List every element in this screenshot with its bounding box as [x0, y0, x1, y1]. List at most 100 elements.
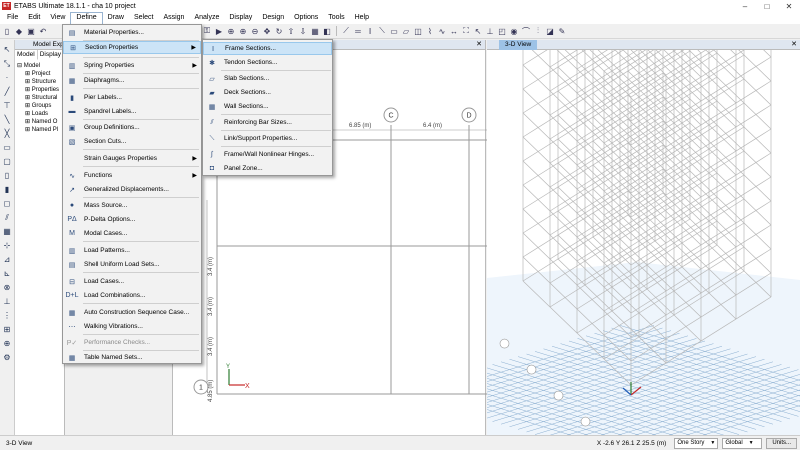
menu-item-material-properties[interactable]: ▤ Material Properties...	[63, 26, 201, 39]
menu-item-section-cuts[interactable]: ▧ Section Cuts...	[63, 135, 201, 148]
snap-perpendicular-icon[interactable]: ⊥	[2, 296, 12, 307]
snap-ends-icon[interactable]: ⊿	[2, 254, 12, 265]
draw-area-icon[interactable]: ▭	[2, 142, 12, 153]
menu-design[interactable]: Design	[257, 12, 289, 24]
tree-item-loads[interactable]: ⊞ Loads	[15, 110, 64, 118]
menu-item-spandrel-labels[interactable]: ▬ Spandrel Labels...	[63, 105, 201, 118]
deformed-shape-icon[interactable]: ⌒	[521, 26, 531, 36]
3d-view[interactable]: 3-D View ✕	[487, 40, 800, 435]
menu-item-auto-construction-sequence[interactable]: ▦ Auto Construction Sequence Case...	[63, 306, 201, 319]
tree-item-properties[interactable]: ⊞ Properties	[15, 86, 64, 94]
design-icon[interactable]: ◪	[545, 26, 555, 36]
tools-icon[interactable]: ✎	[557, 26, 567, 36]
draw-null-icon[interactable]: ◻	[2, 198, 12, 209]
zoom-out-icon[interactable]: ⊖	[250, 26, 260, 36]
zoom-window-icon[interactable]: ⊕	[226, 26, 236, 36]
menu-item-table-named-sets[interactable]: ▦ Table Named Sets...	[63, 351, 201, 364]
menu-item-walking-vibrations[interactable]: ⋯ Walking Vibrations...	[63, 320, 201, 333]
menu-item-frame-sections[interactable]: Ⅰ Frame Sections...	[203, 42, 332, 55]
menu-item-load-combinations[interactable]: D+L Load Combinations...	[63, 289, 201, 302]
restraint-icon[interactable]: ⊥	[485, 26, 495, 36]
draw-rect-area-icon[interactable]: ▢	[2, 156, 12, 167]
object-shrink-icon[interactable]: ◧	[322, 26, 332, 36]
pointer-icon[interactable]: ↖	[2, 44, 12, 55]
menu-item-functions[interactable]: ∿ Functions ▶	[63, 169, 201, 182]
snap-options-icon[interactable]: ⚙	[2, 352, 12, 363]
assign-icon[interactable]: ◰	[497, 26, 507, 36]
move-down-icon[interactable]: ⇩	[298, 26, 308, 36]
rotate-icon[interactable]: ↻	[274, 26, 284, 36]
draw-column-icon[interactable]: Ⅰ	[365, 26, 375, 36]
draw-column-tool-icon[interactable]: ⊤	[2, 100, 12, 111]
menu-item-group-definitions[interactable]: ▣ Group Definitions...	[63, 121, 201, 134]
tree-item-model[interactable]: ⊟ Model	[15, 62, 64, 70]
menu-item-panel-zone[interactable]: ◘ Panel Zone...	[203, 162, 332, 175]
menu-item-link-support-properties[interactable]: ⟍ Link/Support Properties...	[203, 132, 332, 145]
menu-edit[interactable]: Edit	[23, 12, 45, 24]
draw-wall-icon[interactable]: ▭	[389, 26, 399, 36]
draw-wall-stack-icon[interactable]: ▮	[2, 184, 12, 195]
menu-item-spring-properties[interactable]: ▥ Spring Properties ▶	[63, 59, 201, 72]
tree-item-structure[interactable]: ⊞ Structure	[15, 78, 64, 86]
select-all-icon[interactable]: ⛶	[461, 26, 471, 36]
menu-item-generalized-displacements[interactable]: ↗ Generalized Displacements...	[63, 183, 201, 196]
menu-item-modal-cases[interactable]: M Modal Cases...	[63, 227, 201, 240]
run-icon[interactable]: ▶	[214, 26, 224, 36]
draw-secondary-beam-icon[interactable]: ╲	[2, 114, 12, 125]
tab-model[interactable]: Model	[15, 50, 38, 60]
menu-analyze[interactable]: Analyze	[189, 12, 224, 24]
menu-item-pier-labels[interactable]: ▮ Pier Labels...	[63, 91, 201, 104]
draw-slab-icon[interactable]: ▱	[401, 26, 411, 36]
menu-view[interactable]: View	[45, 12, 70, 24]
menu-item-p-delta[interactable]: PΔ P-Delta Options...	[63, 213, 201, 226]
display-options-icon[interactable]: ◉	[509, 26, 519, 36]
menu-draw[interactable]: Draw	[103, 12, 129, 24]
menu-item-nonlinear-hinges[interactable]: ∫ Frame/Wall Nonlinear Hinges...	[203, 148, 332, 161]
draw-brace-tool-icon[interactable]: ╳	[2, 128, 12, 139]
minimize-icon[interactable]: –	[734, 0, 756, 12]
close-plan-view-icon[interactable]: ✕	[476, 40, 482, 50]
tree-item-project[interactable]: ⊞ Project	[15, 70, 64, 78]
new-model-icon[interactable]: ▯	[2, 26, 12, 36]
menu-item-shell-uniform-load-sets[interactable]: ▤ Shell Uniform Load Sets...	[63, 258, 201, 271]
menu-item-slab-sections[interactable]: ▱ Slab Sections...	[203, 72, 332, 85]
draw-brace-icon[interactable]: ⟍	[377, 26, 387, 36]
save-icon[interactable]: ▣	[26, 26, 36, 36]
draw-spring-icon[interactable]: ∿	[437, 26, 447, 36]
snap-intersection-icon[interactable]: ⊗	[2, 282, 12, 293]
menu-item-wall-sections[interactable]: ▦ Wall Sections...	[203, 100, 332, 113]
units-button[interactable]: Units...	[766, 437, 797, 449]
snap-tool-icon[interactable]: ⊕	[2, 338, 12, 349]
select-pointer-icon[interactable]: ↖	[473, 26, 483, 36]
menu-select[interactable]: Select	[129, 12, 158, 24]
menu-item-reinforcing-bar-sizes[interactable]: ⫽ Reinforcing Bar Sizes...	[203, 116, 332, 129]
draw-dimension-icon[interactable]: ↔	[449, 26, 459, 36]
grid-icon[interactable]: ▦	[310, 26, 320, 36]
reshape-icon[interactable]: ⤡	[2, 58, 12, 69]
tree-item-groups[interactable]: ⊞ Groups	[15, 102, 64, 110]
tree-item-named-plots[interactable]: ⊞ Named Pl	[15, 126, 64, 134]
close-3d-view-icon[interactable]: ✕	[791, 40, 797, 50]
snap-icon[interactable]: ⊹	[2, 240, 12, 251]
menu-file[interactable]: File	[2, 12, 23, 24]
menu-define[interactable]: Define	[70, 12, 103, 24]
pan-icon[interactable]: ✥	[262, 26, 272, 36]
draw-opening-icon[interactable]: ◫	[413, 26, 423, 36]
draw-line-icon[interactable]: ╱	[2, 86, 12, 97]
menu-help[interactable]: Help	[350, 12, 374, 24]
menu-item-tendon-sections[interactable]: ✱ Tendon Sections...	[203, 56, 332, 69]
snap-grid-icon[interactable]: ⊞	[2, 324, 12, 335]
menu-item-mass-source[interactable]: ● Mass Source...	[63, 199, 201, 212]
draw-point-icon[interactable]: ·	[2, 72, 12, 83]
tree-item-named-output[interactable]: ⊞ Named O	[15, 118, 64, 126]
open-icon[interactable]: ◆	[14, 26, 24, 36]
story-dropdown[interactable]: One Story ▼	[674, 437, 719, 449]
undo-icon[interactable]: ↶	[38, 26, 48, 36]
menu-item-deck-sections[interactable]: ▰ Deck Sections...	[203, 86, 332, 99]
zoom-in-icon[interactable]: ⊕	[238, 26, 248, 36]
menu-tools[interactable]: Tools	[323, 12, 349, 24]
draw-grid-icon[interactable]: ▦	[2, 226, 12, 237]
tab-3d-view[interactable]: 3-D View	[499, 40, 538, 50]
draw-frame-icon[interactable]: ⟋	[341, 26, 351, 36]
menu-item-load-cases[interactable]: ⊟ Load Cases...	[63, 275, 201, 288]
